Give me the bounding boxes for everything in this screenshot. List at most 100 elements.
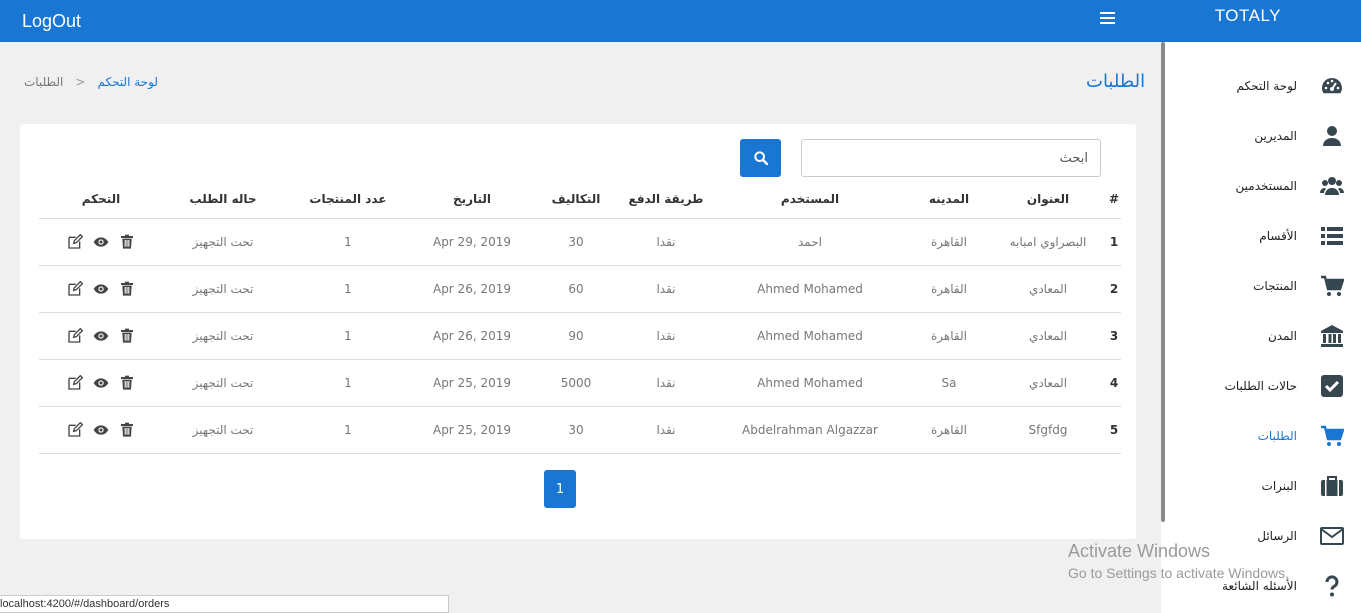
breadcrumb-current: الطلبات	[24, 75, 64, 89]
cart-icon	[1319, 423, 1345, 449]
menu-toggle-icon[interactable]	[1100, 12, 1115, 26]
cell-date: Apr 29, 2019	[413, 218, 531, 266]
cell-products: 1	[283, 312, 413, 360]
user-icon	[1319, 123, 1345, 149]
cell-user: Ahmed Mohamed	[711, 312, 909, 360]
sidebar-item-order-statuses[interactable]: حالات الطلبات	[1165, 361, 1361, 411]
cell-cost: 30	[531, 406, 621, 454]
bank-icon	[1319, 323, 1345, 349]
watermark-subtitle: Go to Settings to activate Windows.	[1068, 565, 1289, 581]
edit-icon[interactable]	[66, 421, 84, 439]
cell-status: تحت التجهيز	[163, 218, 283, 266]
logout-link[interactable]: LogOut	[22, 11, 81, 32]
col-header-address: العنوان	[989, 180, 1107, 219]
cell-address: المعادي	[989, 265, 1107, 313]
cell-payment: نقدا	[621, 312, 711, 360]
view-eye-icon[interactable]	[92, 233, 110, 251]
cell-cost: 60	[531, 265, 621, 313]
cell-address: البصراوي امبابه	[989, 218, 1107, 266]
cell-products: 1	[283, 359, 413, 407]
view-eye-icon[interactable]	[92, 280, 110, 298]
cell-address: المعادي	[989, 312, 1107, 360]
cell-address: Sfgfdg	[989, 406, 1107, 454]
view-eye-icon[interactable]	[92, 421, 110, 439]
edit-icon[interactable]	[66, 327, 84, 345]
orders-table: التحكم حاله الطلب عدد المنتجات التاريخ ا…	[39, 180, 1121, 454]
cell-products: 1	[283, 218, 413, 266]
view-eye-icon[interactable]	[92, 327, 110, 345]
cell-user: Ahmed Mohamed	[711, 265, 909, 313]
briefcase-icon	[1319, 473, 1345, 499]
brand-name: TOTALY	[1214, 6, 1281, 25]
sidebar-item-label: المدن	[1267, 329, 1297, 343]
watermark-title: Activate Windows	[1068, 541, 1211, 561]
table-row: تحت التجهيز 1 Apr 26, 2019 60 نقدا Ahmed Moha…	[39, 265, 1121, 313]
cell-date: Apr 25, 2019	[413, 406, 531, 454]
cell-payment: نقدا	[621, 265, 711, 313]
delete-trash-icon[interactable]	[118, 327, 136, 345]
sidebar-item-users[interactable]: المستخدمين	[1165, 161, 1361, 211]
search-input[interactable]	[801, 139, 1101, 177]
search-button[interactable]	[740, 139, 781, 177]
cell-city: القاهرة	[909, 312, 989, 360]
sidebar-item-label: حالات الطلبات	[1224, 379, 1297, 393]
cell-user: احمد	[711, 218, 909, 266]
search-icon	[753, 151, 768, 166]
col-header-products: عدد المنتجات	[283, 180, 413, 219]
check-square-icon	[1319, 373, 1345, 399]
cell-control	[39, 312, 163, 360]
cell-num: 4	[1107, 359, 1121, 407]
breadcrumb-separator: >	[75, 75, 86, 89]
sidebar-item-label: الطلبات	[1257, 429, 1297, 443]
cell-status: تحت التجهيز	[163, 359, 283, 407]
cell-status: تحت التجهيز	[163, 265, 283, 313]
edit-icon[interactable]	[66, 233, 84, 251]
cart-icon	[1319, 273, 1345, 299]
sidebar-item-banners[interactable]: البنرات	[1165, 461, 1361, 511]
cell-date: Apr 26, 2019	[413, 265, 531, 313]
col-header-num: #	[1107, 180, 1121, 219]
sidebar-item-dashboard[interactable]: لوحة التحكم	[1165, 61, 1361, 111]
cell-num: 1	[1107, 218, 1121, 266]
sidebar-item-label: لوحة التحكم	[1236, 79, 1298, 93]
delete-trash-icon[interactable]	[118, 233, 136, 251]
envelope-icon	[1319, 523, 1345, 549]
table-row: تحت التجهيز 1 Apr 25, 2019 5000 نقدا Ahmed Mo…	[39, 359, 1121, 407]
cell-control	[39, 218, 163, 266]
cell-city: القاهرة	[909, 265, 989, 313]
sidebar-item-label: المنتجات	[1253, 279, 1297, 293]
sidebar-item-products[interactable]: المنتجات	[1165, 261, 1361, 311]
breadcrumb-dashboard-link[interactable]: لوحة التحكم	[97, 75, 158, 89]
cell-status: تحت التجهيز	[163, 312, 283, 360]
cell-user: Ahmed Mohamed	[711, 359, 909, 407]
top-navbar: LogOut TOTALY	[0, 0, 1361, 42]
col-header-user: المستخدم	[711, 180, 909, 219]
table-row: تحت التجهيز 1 Apr 26, 2019 90 نقدا Ahmed Moha…	[39, 312, 1121, 360]
pagination-page-1[interactable]: 1	[544, 470, 576, 508]
view-eye-icon[interactable]	[92, 374, 110, 392]
sidebar-item-cities[interactable]: المدن	[1165, 311, 1361, 361]
delete-trash-icon[interactable]	[118, 374, 136, 392]
cell-payment: نقدا	[621, 218, 711, 266]
cell-cost: 90	[531, 312, 621, 360]
sidebar-item-label: المديرين	[1254, 129, 1297, 143]
cell-num: 3	[1107, 312, 1121, 360]
sidebar-item-admins[interactable]: المديرين	[1165, 111, 1361, 161]
cell-cost: 30	[531, 218, 621, 266]
sidebar-item-orders[interactable]: الطلبات	[1165, 411, 1361, 461]
delete-trash-icon[interactable]	[118, 280, 136, 298]
edit-icon[interactable]	[66, 374, 84, 392]
page-title: الطلبات	[1086, 71, 1146, 92]
col-header-cost: التكاليف	[531, 180, 621, 219]
browser-status-url: localhost:4200/#/dashboard/orders	[0, 595, 449, 613]
sidebar-item-categories[interactable]: الأقسام	[1165, 211, 1361, 261]
edit-icon[interactable]	[66, 280, 84, 298]
cell-cost: 5000	[531, 359, 621, 407]
table-row: تحت التجهيز 1 Apr 29, 2019 30 نقدا احمد القاهر…	[39, 218, 1121, 266]
delete-trash-icon[interactable]	[118, 421, 136, 439]
dashboard-icon	[1319, 73, 1345, 99]
cell-date: Apr 26, 2019	[413, 312, 531, 360]
cell-control	[39, 265, 163, 313]
col-header-payment: طريقة الدفع	[621, 180, 711, 219]
orders-card: التحكم حاله الطلب عدد المنتجات التاريخ ا…	[20, 124, 1136, 539]
